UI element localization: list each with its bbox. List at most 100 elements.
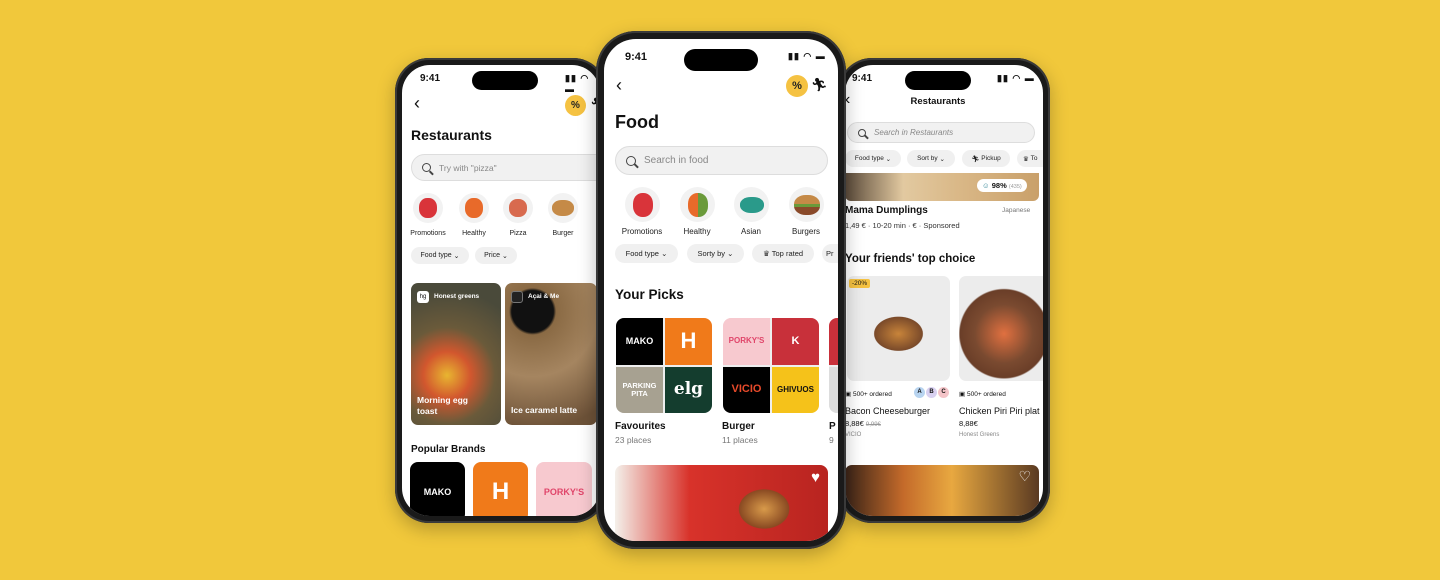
pickup-mode-icon[interactable]: 🏃︎ [811,77,828,93]
restaurant-image[interactable]: ☺ 98% (435) [845,173,1039,201]
filter-label: Top rated [771,249,804,258]
dynamic-island [472,71,538,90]
brand-name: Açai & Me [528,293,560,300]
promo-image[interactable]: ♥ [615,465,828,541]
pick-partial-grid[interactable] [829,318,838,413]
ordered-count: ▣ 500+ ordered [959,391,1006,398]
filter-sort-by[interactable]: Sorty by ⌄ [687,244,744,263]
status-icons: ▮▮ ◠ ▬ [788,51,826,61]
category-burgers-icon[interactable] [789,187,824,222]
filter-label: Price [484,252,501,259]
brand-name: Honest greens [434,293,480,300]
filter-label: Food type [625,249,659,258]
brand-logo-porkys: PORKY'S [723,318,770,365]
category-burger-icon[interactable] [548,193,578,223]
product-card-image[interactable]: -20% [847,276,950,381]
filter-food-type[interactable]: Food type ⌄ [411,247,469,264]
filter-label: Food type [854,155,884,162]
brand-tile[interactable]: H [473,462,528,516]
search-input[interactable]: Try with "pizza" [411,154,600,181]
bag-icon: ▣ [959,391,966,398]
brand-logo: hg [417,291,429,303]
restaurant-name[interactable]: Mama Dumplings [845,205,928,216]
filter-price[interactable]: Pr [822,244,838,263]
filter-label: Food type [420,252,452,259]
search-placeholder: Search in Restaurants [874,128,954,137]
brand-logo [829,318,838,365]
back-icon[interactable]: ‹ [616,75,622,96]
left-phone: 9:41 ▮▮ ◠ ▬ ‹ % 🏃︎ Restaurants Try with … [395,58,607,523]
brand-tile[interactable]: MAKO [410,462,465,516]
filter-food-type[interactable]: Food type ⌄ [615,244,678,263]
dish-title: Ice caramel latte [511,405,578,415]
crown-icon: ♛ [1023,155,1029,163]
promo-image[interactable]: ♡ [845,465,1039,516]
product-name[interactable]: Bacon Cheeseburger [845,406,930,416]
category-promotions-icon[interactable] [625,187,660,222]
pick-count: 23 places [615,435,652,445]
pick-title: Favourites [615,421,666,432]
right-phone: 9:41 ▮▮ ◠ ▬ ‹ Restaurants Search in Rest… [838,58,1050,523]
search-icon [422,163,431,172]
walk-icon: 🏃︎ [971,155,980,163]
dynamic-island [905,71,971,90]
search-icon [858,128,866,137]
pick-burger-grid[interactable]: PORKY'S K VICIO GHIVUOS [723,318,819,413]
search-placeholder: Search in food [644,155,709,166]
brand-logo [511,291,523,303]
section-title: Your Picks [615,287,684,302]
product-card-image[interactable] [959,276,1043,381]
category-label: Burger [552,230,574,237]
category-healthy-icon[interactable] [459,193,489,223]
page-title: Restaurants [411,127,492,143]
category-asian-icon[interactable] [734,187,769,222]
brand-logo-mako: MAKO [616,318,663,365]
favorite-heart-icon[interactable]: ♡ [1018,468,1031,485]
pick-title: Burger [722,421,755,432]
search-icon [626,155,636,166]
status-icons: ▮▮ ◠ ▬ [997,73,1035,83]
search-input[interactable]: Search in food [615,146,828,175]
product-brand: VICIO [845,432,862,438]
status-time: 9:41 [852,73,873,84]
back-icon[interactable]: ‹ [414,93,420,114]
delivery-mode-icon[interactable]: % [565,95,586,116]
filter-sort-by[interactable]: Sort by ⌄ [907,150,955,167]
dish-card[interactable]: Açai & Me Ice caramel latte [505,283,597,425]
brand-logo-h: H [665,318,712,365]
filter-label: Pickup [981,155,1001,162]
filter-pickup[interactable]: 🏃︎ Pickup [962,150,1010,167]
filter-label: To [1030,155,1038,162]
rating-badge: ☺ 98% (435) [977,179,1027,192]
category-label: Pizza [509,230,527,237]
restaurant-info: 1,49 € · 10-20 min · € · Sponsored [845,221,960,230]
section-title: Your friends' top choice [845,253,976,265]
pick-title: P [829,421,836,432]
category-label: Promotions [410,230,446,237]
category-label: Asian [740,227,761,236]
favorite-heart-icon[interactable]: ♥ [811,469,820,486]
dish-card[interactable]: hg Honest greens Morning egg toast [411,283,501,425]
rating: 98% [991,181,1007,190]
delivery-mode-icon[interactable]: % [786,75,808,97]
ordered-count: ▣ 500+ ordered [845,391,892,398]
category-pizza-icon[interactable] [503,193,533,223]
product-name[interactable]: Chicken Piri Piri plat [959,406,1040,416]
pick-favourites-grid[interactable]: MAKO H PARKING PITA elg [616,318,712,413]
brand-logo [829,366,838,413]
product-price: 8,88€ 9,99€ [845,419,881,428]
category-promotions-icon[interactable] [413,193,443,223]
filter-label: Pr [826,249,834,258]
filter-price[interactable]: Price ⌄ [475,247,517,264]
left-phone-screen: 9:41 ▮▮ ◠ ▬ ‹ % 🏃︎ Restaurants Try with … [402,65,600,516]
filter-top-rated[interactable]: ♛ Top rated [752,244,814,263]
brand-tile[interactable]: PORKY'S [536,462,592,516]
category-healthy-icon[interactable] [680,187,715,222]
filter-top-rated[interactable]: ♛ To [1017,150,1043,167]
search-input[interactable]: Search in Restaurants [847,122,1035,143]
filter-label: Sort by [917,155,938,162]
section-title: Popular Brands [411,444,486,455]
search-placeholder: Try with "pizza" [439,162,497,173]
filter-food-type[interactable]: Food type ⌄ [845,150,901,167]
product-brand: Honest Greens [959,432,1000,438]
